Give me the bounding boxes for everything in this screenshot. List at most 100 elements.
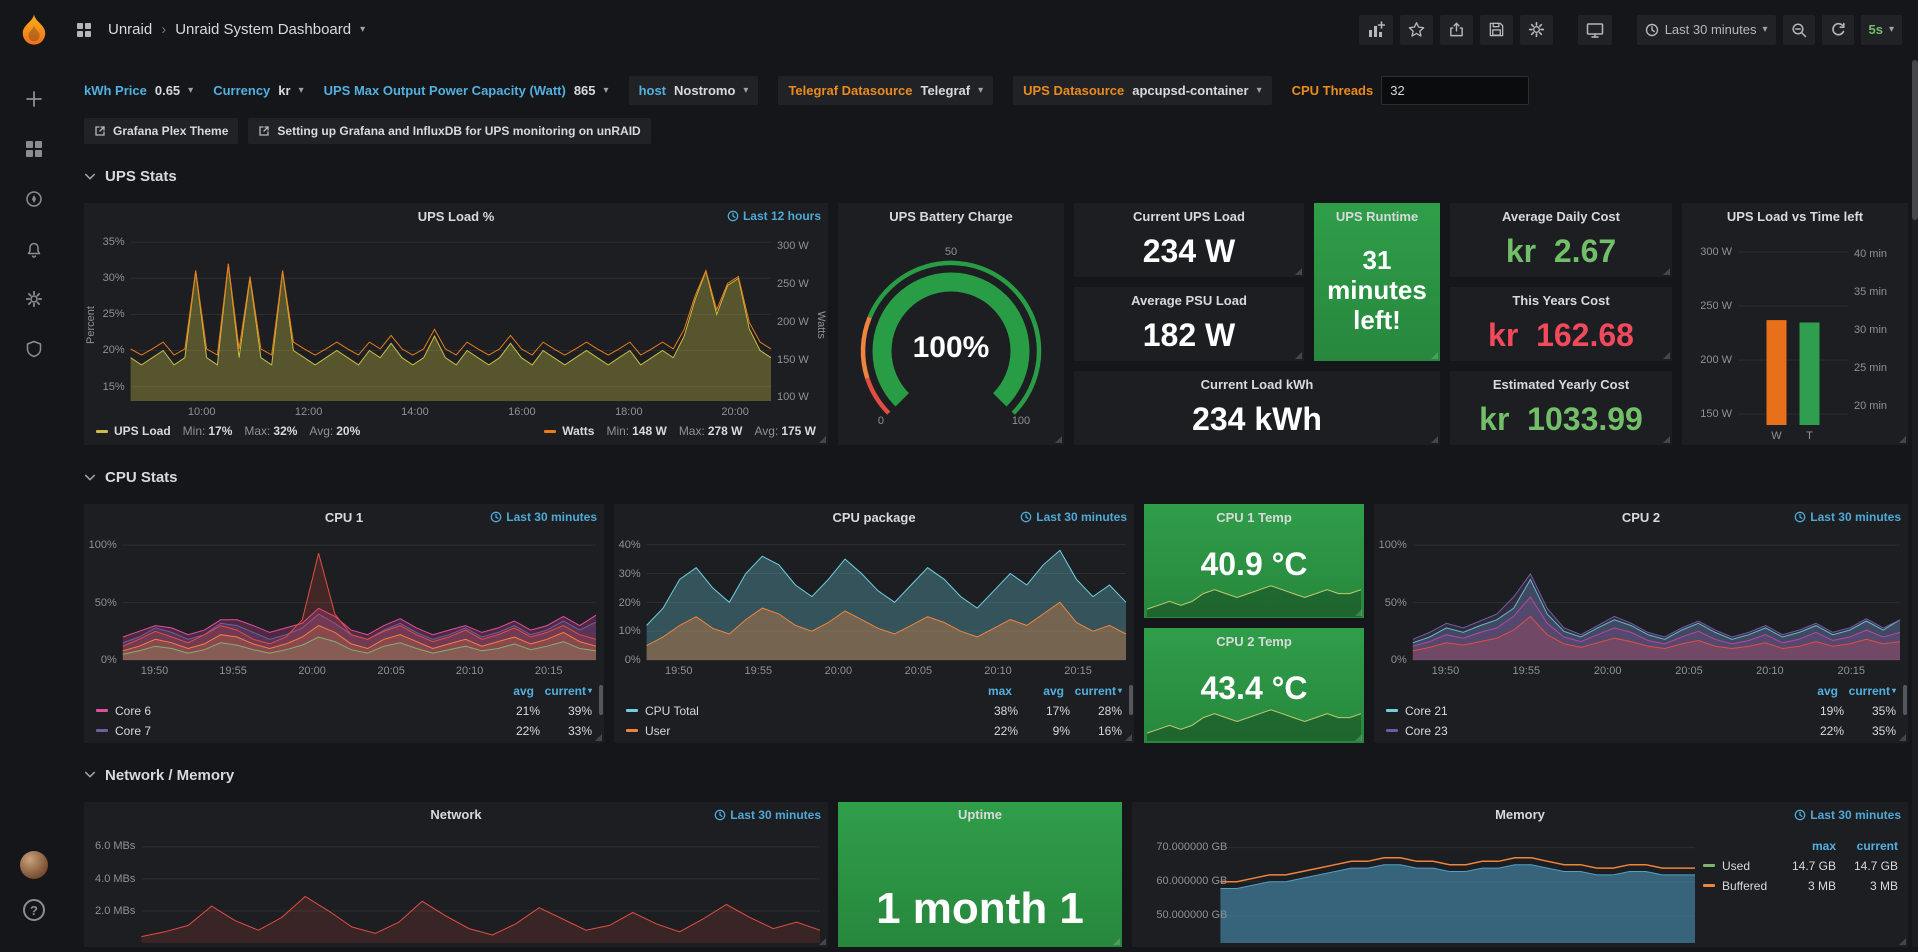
panel-title[interactable]: CPU 2 [1622,510,1660,525]
legend-item[interactable]: UPS Load Min:17% Max:32% Avg:20% [96,424,360,438]
legend-item[interactable]: Watts Min:148 W Max:278 W Avg:175 W [544,424,816,438]
variable-value[interactable]: kr [278,83,290,98]
tv-kiosk-button[interactable] [1578,15,1612,45]
legend-col-header[interactable]: current [534,684,586,698]
grafana-logo-icon[interactable] [13,9,55,51]
add-panel-button[interactable] [1359,15,1393,45]
zoom-out-button[interactable] [1783,15,1815,45]
cpu-package-chart[interactable]: 0%10%20%30%40%19:5019:5520:0020:0520:102… [614,530,1134,680]
panel-header[interactable]: CPU 2 Temp [1144,628,1364,654]
variable-value[interactable]: apcupsd-container [1132,83,1248,98]
row-header-ups-stats[interactable]: UPS Stats [84,168,1902,185]
panel-title[interactable]: Current Load kWh [1201,377,1314,392]
legend-series-name[interactable]: UPS Load [114,424,171,438]
network-chart[interactable]: 2.0 MBs4.0 MBs6.0 MBs [84,828,828,947]
panel-header[interactable]: Uptime [838,802,1122,828]
link-grafana-plex-theme[interactable]: Grafana Plex Theme [84,118,238,144]
share-button[interactable] [1440,15,1473,45]
panel-header[interactable]: UPS Load % Last 12 hours [84,203,828,229]
panel-title[interactable]: Uptime [958,807,1002,822]
legend-scrollbar[interactable] [599,685,603,715]
legend-item[interactable]: Core 21 19% 35% [1386,701,1896,721]
cpu2-chart[interactable]: 0%50%100%19:5019:5520:0020:0520:1020:15 [1374,530,1908,680]
legend-item[interactable]: Core 6 21% 39% [96,701,592,721]
time-picker-button[interactable]: Last 30 minutes ▾ [1637,15,1776,45]
page-scrollbar[interactable] [1912,60,1918,947]
variable-currency[interactable]: Currency kr ▾ [213,83,303,98]
panel-header[interactable]: Network Last 30 minutes [84,802,828,828]
star-button[interactable] [1400,15,1433,45]
help-icon[interactable]: ? [23,899,45,921]
panel-header[interactable]: CPU 1 Temp [1144,504,1364,530]
create-plus-icon[interactable] [22,87,46,111]
legend-col-header[interactable]: avg [1786,684,1838,698]
variable-kwh-price[interactable]: kWh Price 0.65 ▾ [84,83,193,98]
breadcrumb[interactable]: Unraid › Unraid System Dashboard ▾ [108,21,365,38]
panel-header[interactable]: Estimated Yearly Cost [1450,371,1672,397]
panel-title[interactable]: UPS Battery Charge [889,209,1013,224]
legend-scrollbar[interactable] [1129,685,1133,715]
panel-header[interactable]: UPS Runtime [1314,203,1440,229]
legend-scrollbar[interactable] [1903,685,1907,715]
user-avatar[interactable] [20,851,48,879]
panel-time-override[interactable]: Last 30 minutes [714,808,821,822]
legend-item[interactable]: CPU Total 38% 17% 28% [626,701,1122,721]
panel-title[interactable]: UPS Runtime [1336,209,1418,224]
alerting-bell-icon[interactable] [22,237,46,261]
panel-header[interactable]: Average PSU Load [1074,287,1304,313]
panel-header[interactable]: Current Load kWh [1074,371,1440,397]
variable-host[interactable]: host Nostromo ▾ [629,76,759,105]
legend-series-name[interactable]: Watts [562,424,594,438]
explore-compass-icon[interactable] [22,187,46,211]
configuration-gear-icon[interactable] [22,287,46,311]
legend-col-header[interactable]: current [1064,684,1116,698]
legend-item[interactable]: Core 23 22% 35% [1386,721,1896,741]
panel-title[interactable]: CPU 1 [325,510,363,525]
panel-title[interactable]: This Years Cost [1512,293,1609,308]
dashboard-grid-icon[interactable] [72,18,96,42]
legend-col-header[interactable]: current [1838,684,1890,698]
panel-header[interactable]: CPU 1 Last 30 minutes [84,504,604,530]
memory-chart[interactable]: 50.000000 GB60.000000 GB70.000000 GB [1132,828,1703,947]
breadcrumb-root[interactable]: Unraid [108,21,152,38]
panel-title[interactable]: Network [430,807,481,822]
panel-title[interactable]: CPU 1 Temp [1216,510,1292,525]
panel-title[interactable]: Estimated Yearly Cost [1493,377,1629,392]
panel-time-override[interactable]: Last 12 hours [727,209,821,223]
variable-telegraf-datasource[interactable]: Telegraf Datasource Telegraf ▾ [778,76,993,105]
dashboards-icon[interactable] [22,137,46,161]
panel-header[interactable]: UPS Load vs Time left [1682,203,1908,229]
variable-ups-datasource[interactable]: UPS Datasource apcupsd-container ▾ [1013,76,1271,105]
panel-time-override[interactable]: Last 30 minutes [1794,510,1901,524]
panel-header[interactable]: This Years Cost [1450,287,1672,313]
variable-value[interactable]: Nostromo [674,83,735,98]
link-ups-monitoring-guide[interactable]: Setting up Grafana and InfluxDB for UPS … [248,118,650,144]
row-header-cpu-stats[interactable]: CPU Stats [84,469,1902,486]
row-header-network-memory[interactable]: Network / Memory [84,767,1902,784]
legend-col-header[interactable]: avg [1012,684,1064,698]
save-button[interactable] [1480,15,1513,45]
legend-item[interactable]: Used 14.7 GB 14.7 GB [1703,856,1898,876]
refresh-button[interactable] [1822,15,1854,45]
legend-item[interactable]: Buffered 3 MB 3 MB [1703,876,1898,896]
panel-title[interactable]: Current UPS Load [1133,209,1245,224]
panel-header[interactable]: Average Daily Cost [1450,203,1672,229]
panel-header[interactable]: Current UPS Load [1074,203,1304,229]
legend-col-header[interactable]: current [1836,839,1898,853]
ups-load-chart[interactable]: 15%20%25%30%35%100 W150 W200 W250 W300 W… [84,229,828,421]
dashboard-title[interactable]: Unraid System Dashboard [175,21,351,38]
panel-time-override[interactable]: Last 30 minutes [1794,808,1901,822]
variable-value[interactable]: 0.65 [155,83,180,98]
panel-title[interactable]: CPU package [832,510,915,525]
panel-title[interactable]: CPU 2 Temp [1216,634,1292,649]
battery-gauge[interactable]: 050100100% [838,229,1064,445]
legend-col-header[interactable]: avg [482,684,534,698]
legend-item[interactable]: Core 7 22% 33% [96,721,592,741]
cpu-threads-input[interactable] [1381,76,1529,105]
settings-gear-button[interactable] [1520,15,1553,45]
refresh-interval-dropdown[interactable]: 5s ▾ [1861,15,1903,45]
legend-item[interactable]: User 22% 9% 16% [626,721,1122,741]
legend-col-header[interactable]: max [1774,839,1836,853]
panel-time-override[interactable]: Last 30 minutes [1020,510,1127,524]
panel-header[interactable]: CPU 2 Last 30 minutes [1374,504,1908,530]
